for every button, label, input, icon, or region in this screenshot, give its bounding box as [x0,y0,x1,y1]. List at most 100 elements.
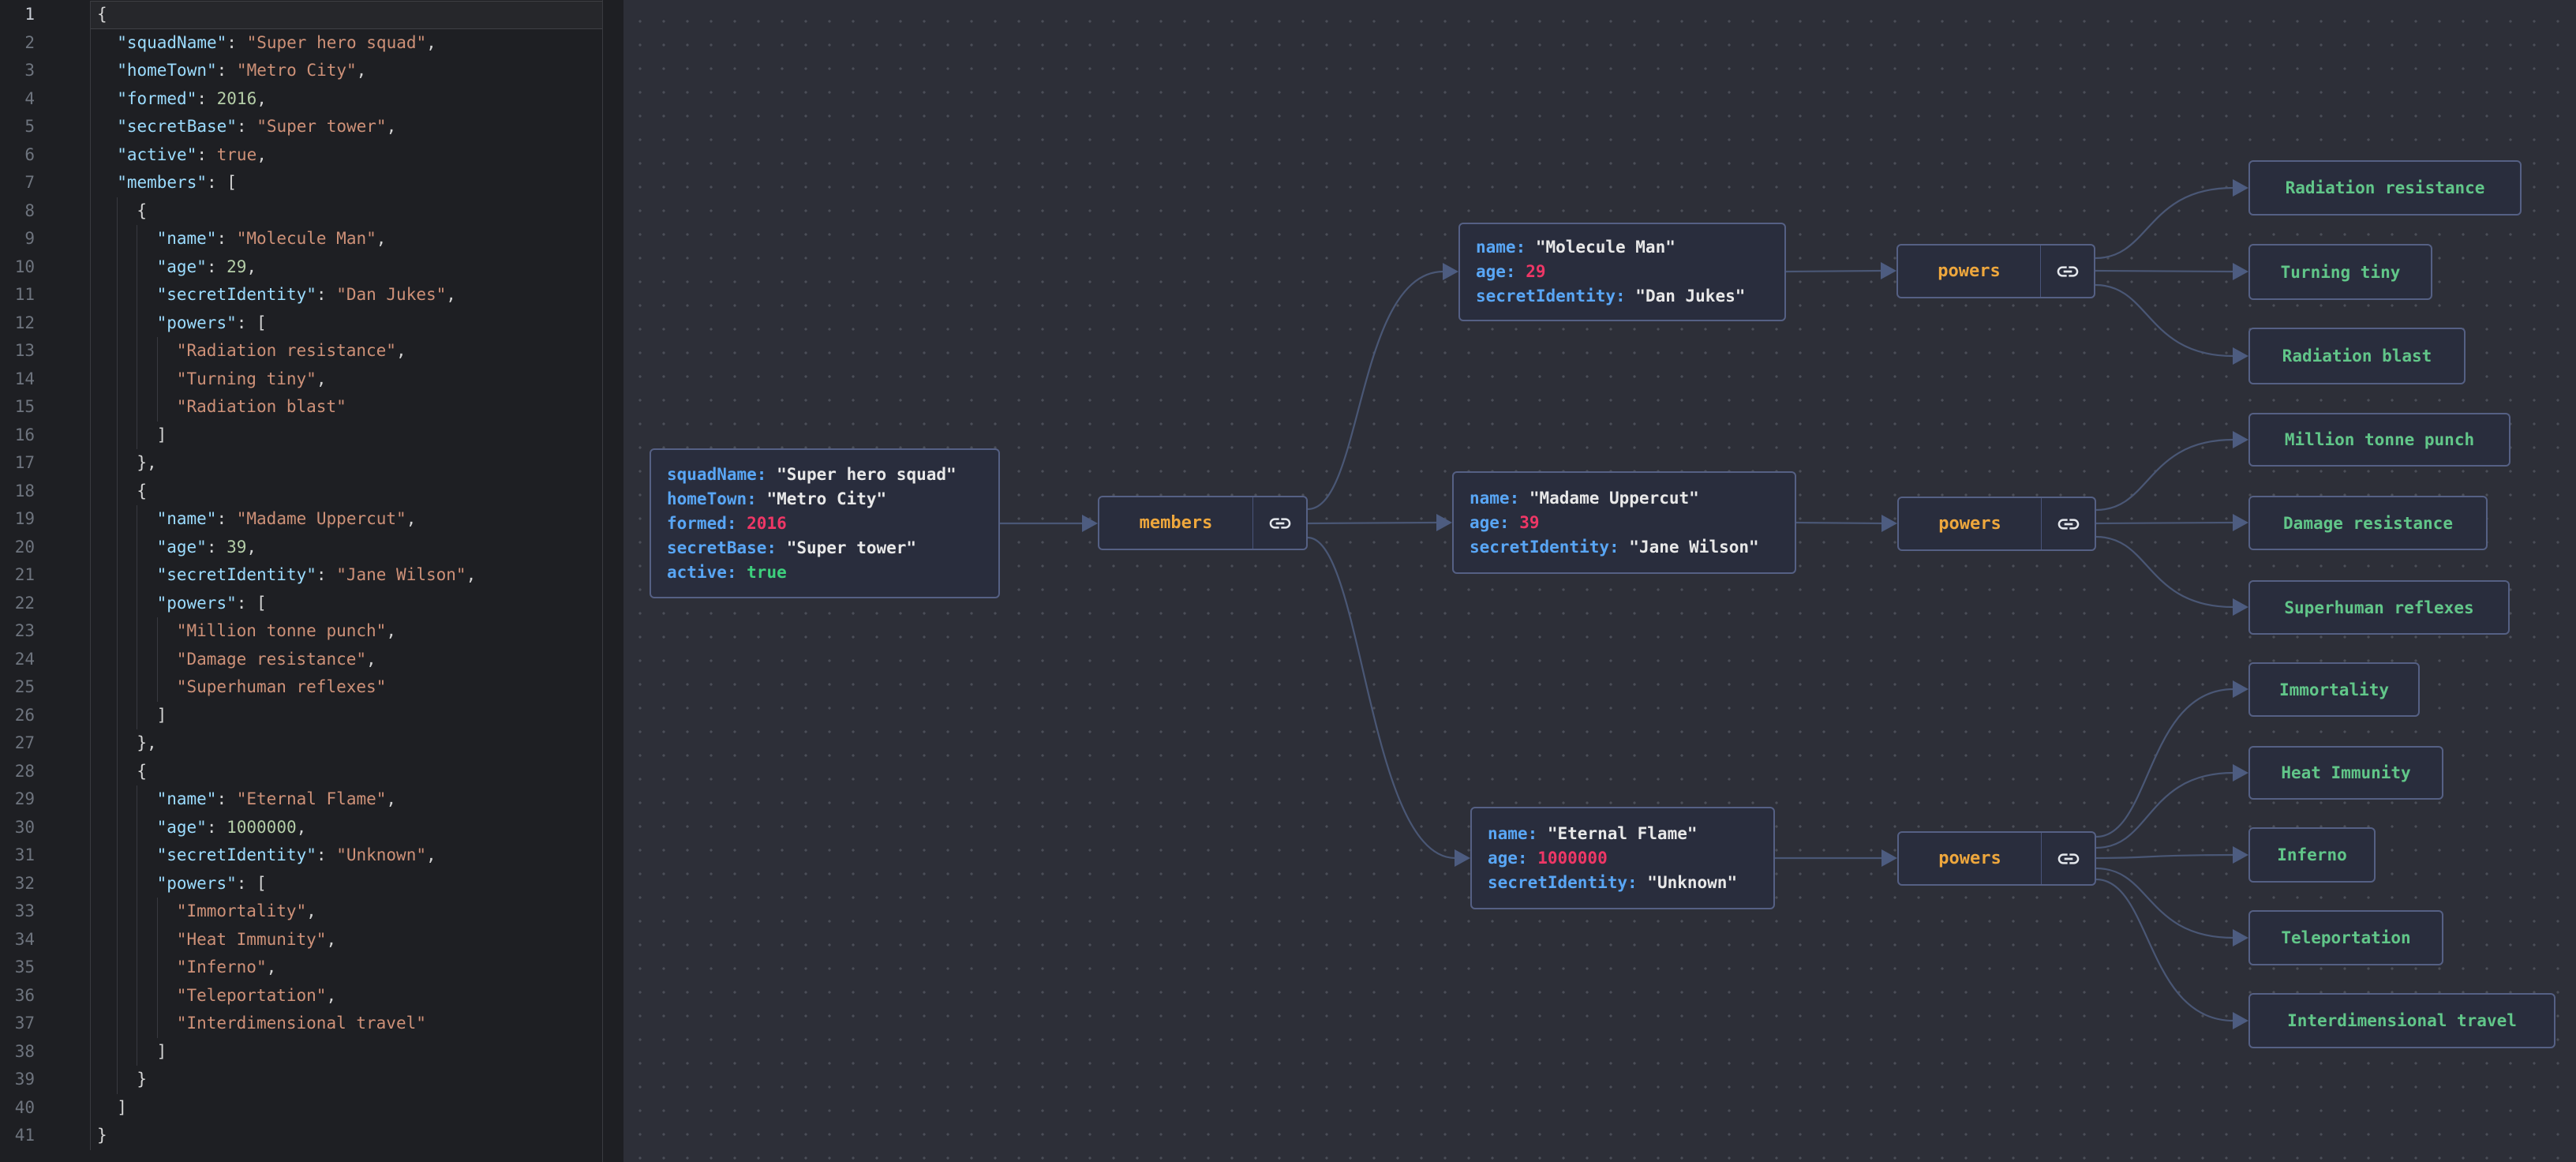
editor-line[interactable]: 4 "formed": 2016, [0,84,602,113]
line-number[interactable]: 19 [0,505,91,534]
line-number[interactable]: 18 [0,477,91,505]
editor-line[interactable]: 16] [0,421,602,449]
node-powers-1[interactable]: powers [1897,497,2096,551]
editor-line[interactable]: 31 "secretIdentity": "Unknown", [0,842,602,870]
line-number[interactable]: 41 [0,1122,91,1150]
editor-line[interactable]: 32 "powers": [ [0,869,602,898]
editor-line[interactable]: 3 "homeTown": "Metro City", [0,57,602,85]
line-number[interactable]: 8 [0,197,91,225]
line-number[interactable]: 15 [0,393,91,422]
node-leaf-1[interactable]: Turning tiny [2248,244,2432,300]
line-number[interactable]: 26 [0,701,91,729]
editor-line[interactable]: 12 "powers": [ [0,309,602,337]
node-powers-0[interactable]: powers [1896,244,2095,298]
editor-line[interactable]: 19 "name": "Madame Uppercut", [0,505,602,534]
line-number[interactable]: 14 [0,365,91,393]
editor-line[interactable]: 29 "name": "Eternal Flame", [0,785,602,814]
link-icon[interactable] [2041,498,2095,549]
line-number[interactable]: 4 [0,84,91,113]
line-number[interactable]: 10 [0,253,91,281]
editor-line[interactable]: 13 "Radiation resistance", [0,337,602,365]
editor-line[interactable]: 36 "Teleportation", [0,981,602,1010]
editor-line[interactable]: 33 "Immortality", [0,898,602,926]
line-number[interactable]: 3 [0,57,91,85]
line-number[interactable]: 38 [0,1037,91,1066]
editor-line[interactable]: 1{ [0,1,602,29]
node-leaf-6[interactable]: Immortality [2248,662,2420,717]
editor-line[interactable]: 23 "Million tonne punch", [0,617,602,646]
line-number[interactable]: 7 [0,169,91,197]
line-number[interactable]: 40 [0,1093,91,1122]
line-number[interactable]: 31 [0,842,91,870]
line-number[interactable]: 30 [0,813,91,842]
line-number[interactable]: 20 [0,533,91,561]
editor-line[interactable]: 21 "secretIdentity": "Jane Wilson", [0,561,602,590]
editor-line[interactable]: 30 "age": 1000000, [0,813,602,842]
node-leaf-3[interactable]: Million tonne punch [2248,413,2510,467]
line-number[interactable]: 37 [0,1010,91,1038]
editor-line[interactable]: 39} [0,1066,602,1094]
line-number[interactable]: 33 [0,898,91,926]
line-number[interactable]: 22 [0,589,91,617]
line-number[interactable]: 36 [0,981,91,1010]
node-leaf-5[interactable]: Superhuman reflexes [2248,580,2510,635]
node-root[interactable]: squadName: "Super hero squad" homeTown: "… [650,448,1000,598]
line-number[interactable]: 6 [0,141,91,169]
editor-scrollbar[interactable] [602,0,603,1162]
editor-line[interactable]: 10 "age": 29, [0,253,602,281]
line-number[interactable]: 16 [0,421,91,449]
editor-line[interactable]: 2 "squadName": "Super hero squad", [0,28,602,57]
line-number[interactable]: 17 [0,449,91,478]
editor-line[interactable]: 26] [0,701,602,729]
node-member-0[interactable]: name: "Molecule Man" age: 29 secretIdentit… [1458,223,1786,321]
node-leaf-10[interactable]: Interdimensional travel [2248,993,2555,1048]
line-number[interactable]: 39 [0,1066,91,1094]
node-leaf-4[interactable]: Damage resistance [2248,496,2488,550]
line-number[interactable]: 35 [0,954,91,982]
editor-line[interactable]: 41} [0,1122,602,1150]
editor-line[interactable]: 8{ [0,197,602,225]
line-number[interactable]: 28 [0,757,91,785]
editor-line[interactable]: 7 "members": [ [0,169,602,197]
editor-line[interactable]: 15 "Radiation blast" [0,393,602,422]
editor-line[interactable]: 17}, [0,449,602,478]
node-powers-2[interactable]: powers [1897,831,2096,886]
line-number[interactable]: 25 [0,673,91,702]
graph-canvas[interactable]: squadName: "Super hero squad" homeTown: "… [623,0,2576,1162]
editor-line[interactable]: 28 { [0,757,602,785]
node-member-2[interactable]: name: "Eternal Flame" age: 1000000 secretI… [1470,807,1775,909]
node-member-1[interactable]: name: "Madame Uppercut" age: 39 secretIden… [1452,471,1796,574]
node-leaf-0[interactable]: Radiation resistance [2248,160,2522,216]
editor-line[interactable]: 37 "Interdimensional travel" [0,1010,602,1038]
line-number[interactable]: 27 [0,729,91,758]
editor-line[interactable]: 9 "name": "Molecule Man", [0,225,602,253]
line-number[interactable]: 21 [0,561,91,590]
editor-line[interactable]: 14 "Turning tiny", [0,365,602,393]
line-number[interactable]: 24 [0,645,91,673]
node-leaf-9[interactable]: Teleportation [2248,910,2443,965]
node-leaf-8[interactable]: Inferno [2248,827,2376,883]
node-leaf-2[interactable]: Radiation blast [2248,328,2466,384]
node-members[interactable]: members [1098,496,1308,550]
editor-line[interactable]: 5 "secretBase": "Super tower", [0,113,602,141]
link-icon[interactable] [1252,497,1306,549]
line-number[interactable]: 1 [0,1,91,29]
line-number[interactable]: 34 [0,925,91,954]
line-number[interactable]: 32 [0,869,91,898]
editor-line[interactable]: 25 "Superhuman reflexes" [0,673,602,702]
line-number[interactable]: 9 [0,225,91,253]
editor-line[interactable]: 34 "Heat Immunity", [0,925,602,954]
link-icon[interactable] [2041,833,2095,884]
line-number[interactable]: 29 [0,785,91,814]
editor-line[interactable]: 40] [0,1093,602,1122]
node-leaf-7[interactable]: Heat Immunity [2248,746,2443,800]
editor-line[interactable]: 6 "active": true, [0,141,602,169]
editor-line[interactable]: 18 { [0,477,602,505]
json-editor[interactable]: 1{2 "squadName": "Super hero squad", 3 "hom… [0,0,623,1162]
link-icon[interactable] [2040,246,2094,297]
line-number[interactable]: 11 [0,281,91,309]
editor-line[interactable]: 38] [0,1037,602,1066]
editor-line[interactable]: 24 "Damage resistance", [0,645,602,673]
line-number[interactable]: 13 [0,337,91,365]
line-number[interactable]: 23 [0,617,91,646]
